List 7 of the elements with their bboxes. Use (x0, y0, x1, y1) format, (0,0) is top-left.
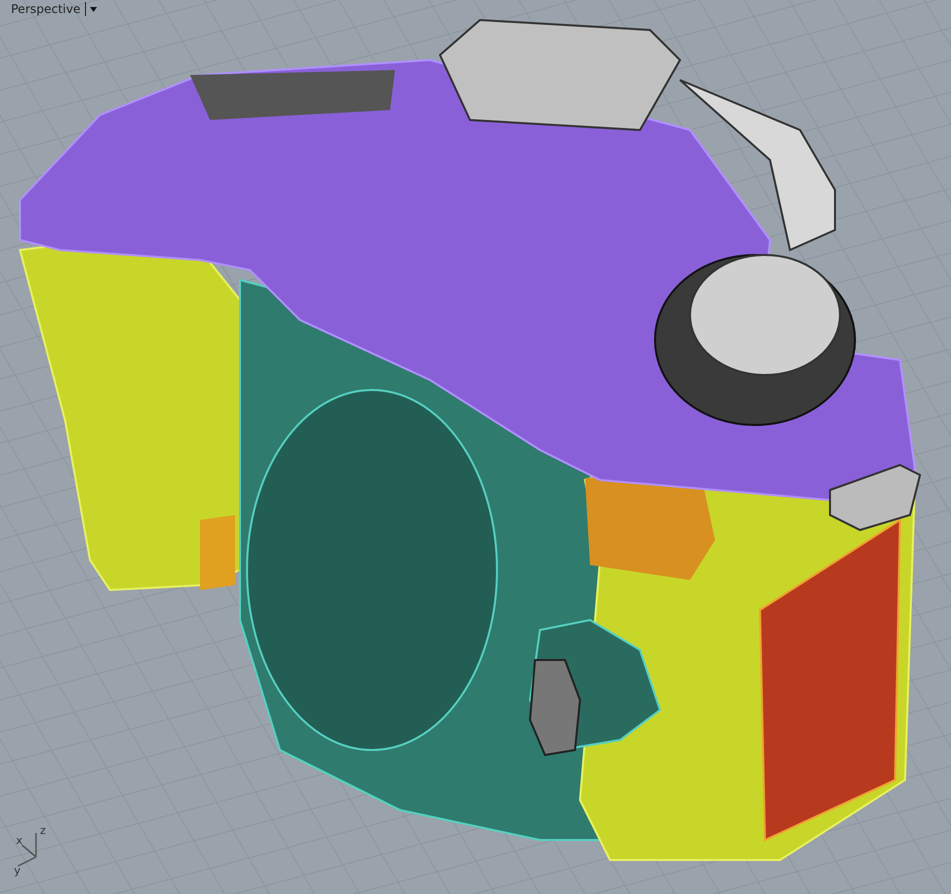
caret-icon[interactable] (90, 6, 96, 12)
axis-icon (18, 833, 37, 867)
axis-label: x (16, 834, 23, 847)
axis-label: z (40, 824, 46, 837)
viewport-title-tab[interactable]: Perspective (8, 1, 100, 17)
viewport-title: Perspective (11, 2, 86, 16)
axis-label: y (14, 864, 21, 877)
